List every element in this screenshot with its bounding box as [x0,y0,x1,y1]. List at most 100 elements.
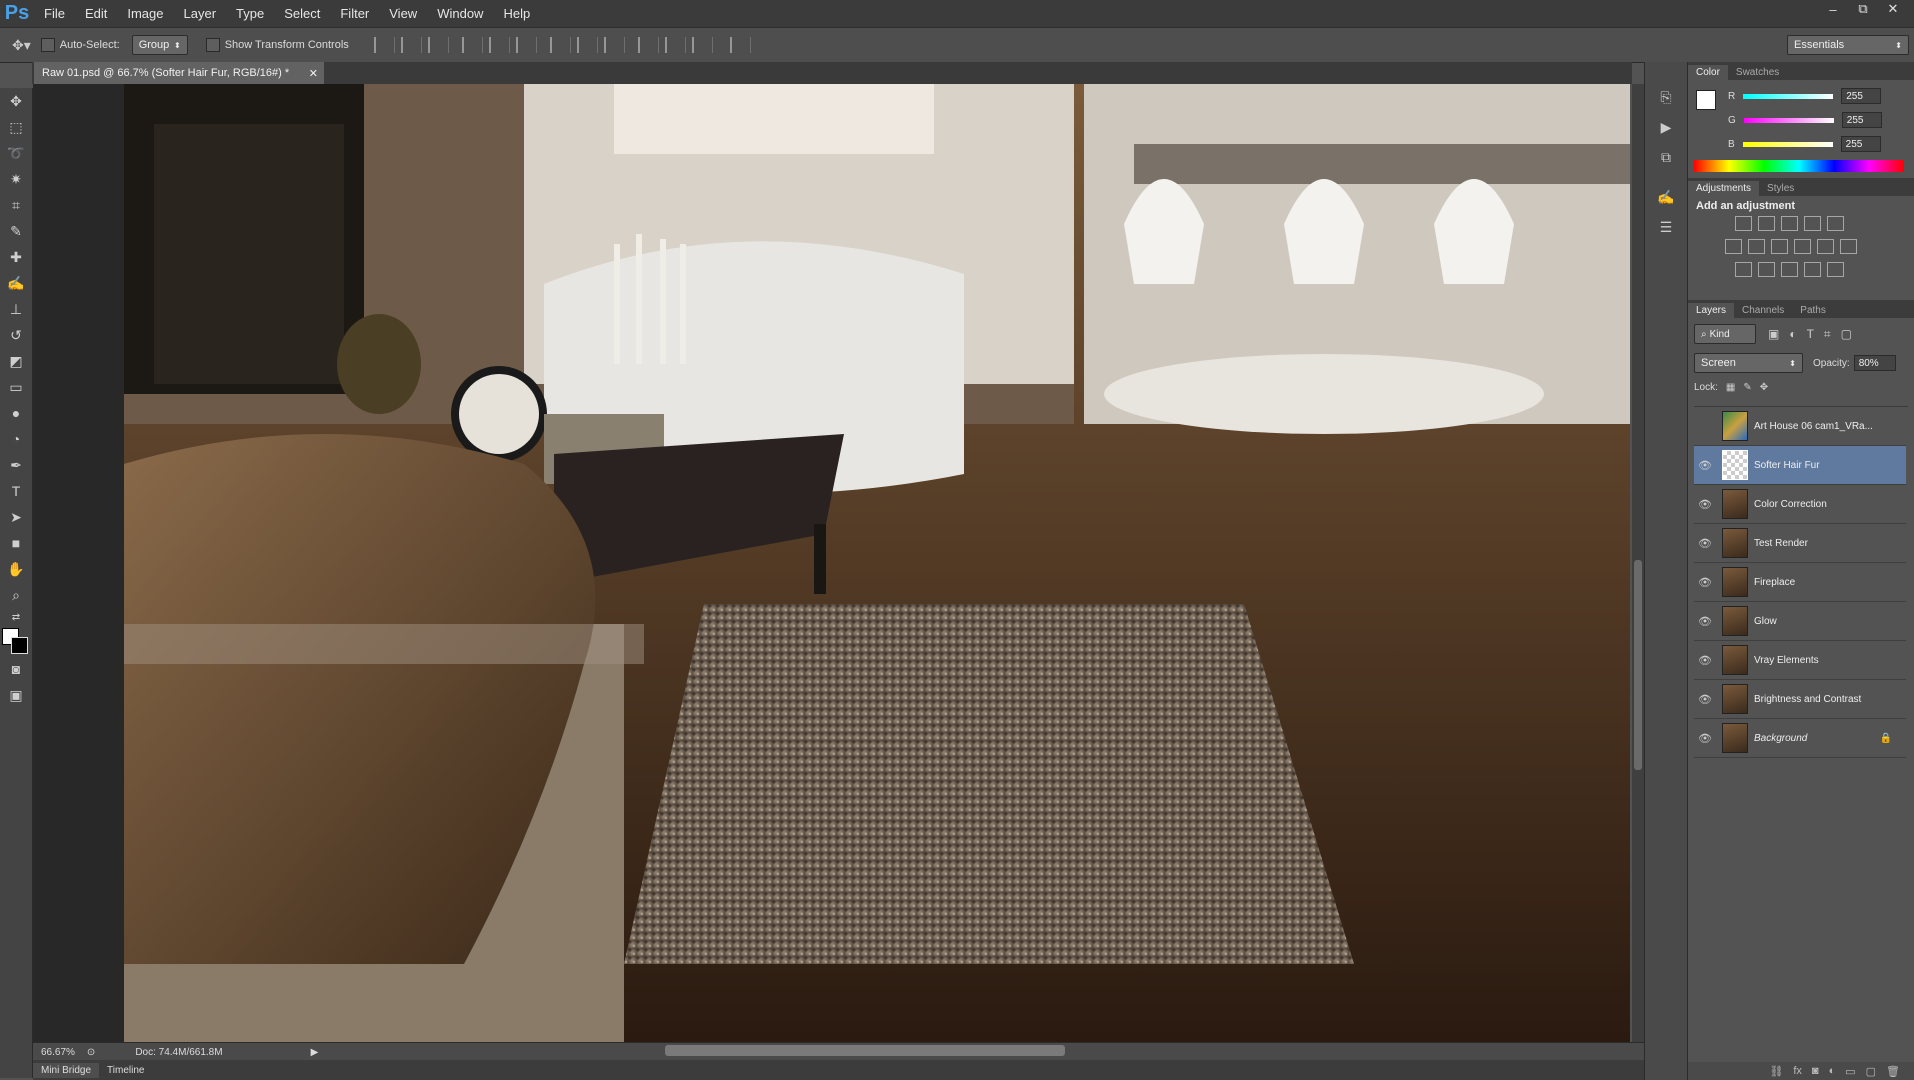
eraser-icon[interactable]: ◩ [0,348,32,374]
document-tab[interactable]: Raw 01.psd @ 66.7% (Softer Hair Fur, RGB… [34,62,324,84]
layer-row[interactable]: 👁 Fireplace [1694,563,1906,602]
photo-filter-icon[interactable] [1794,239,1811,254]
shape-tool-icon[interactable]: ■ [0,530,32,556]
align-right-icon[interactable] [515,37,537,53]
menu-edit[interactable]: Edit [75,6,117,21]
close-tab-icon[interactable]: ✕ [309,67,318,80]
exposure-icon[interactable] [1804,216,1821,231]
posterize-icon[interactable] [1758,262,1775,277]
eye-icon[interactable]: 👁 [1694,693,1716,706]
distribute-hcenter-icon[interactable] [664,37,686,53]
status-menu-arrow-icon[interactable]: ▶ [311,1047,319,1058]
pen-tool-icon[interactable]: ✒ [0,452,32,478]
actions-play-icon[interactable]: ▶ [1645,112,1687,142]
b-value[interactable]: 255 [1840,136,1881,152]
align-bottom-icon[interactable] [427,37,449,53]
workspace-dropdown[interactable]: Essentials ⬍ [1787,35,1909,55]
g-value[interactable]: 255 [1841,112,1882,128]
layer-row[interactable]: 👁 Color Correction [1694,485,1906,524]
channel-mixer-icon[interactable] [1817,239,1834,254]
layer-row[interactable]: 👁 Softer Hair Fur [1694,446,1906,485]
magic-wand-icon[interactable]: ✷ [0,166,32,192]
hand-tool-icon[interactable]: ✋ [0,556,32,582]
layer-row[interactable]: 👁 Brightness and Contrast [1694,680,1906,719]
auto-select-dropdown[interactable]: Group ⬍ [131,35,188,55]
levels-icon[interactable] [1758,216,1775,231]
tab-layers[interactable]: Layers [1688,303,1735,318]
align-top-icon[interactable] [373,37,395,53]
color-lookup-icon[interactable] [1840,239,1857,254]
menu-view[interactable]: View [379,6,427,21]
zoom-tool-icon[interactable]: ⌕ [0,582,32,608]
horizontal-scroll-thumb[interactable] [665,1045,1065,1056]
layer-row[interactable]: 👁 Test Render [1694,524,1906,563]
menu-select[interactable]: Select [274,6,330,21]
distribute-top-icon[interactable] [549,37,571,53]
invert-icon[interactable] [1735,262,1752,277]
eyedropper-icon[interactable]: ✎ [0,218,32,244]
blend-mode-dropdown[interactable]: Screen ⬍ [1694,353,1803,373]
restore-button[interactable]: ⧉ [1848,0,1878,18]
eye-icon[interactable]: 👁 [1694,615,1716,628]
menu-type[interactable]: Type [226,6,274,21]
vertical-scroll-thumb[interactable] [1634,560,1642,770]
tab-color[interactable]: Color [1688,65,1728,80]
move-tool-icon[interactable]: ✥▾ [12,37,31,54]
layer-filter-icons[interactable]: ▣◐T⌗▢ [1768,327,1862,342]
dodge-tool-icon[interactable]: ◔ [0,426,32,452]
menu-window[interactable]: Window [427,6,493,21]
r-value[interactable]: 255 [1841,88,1882,104]
color-balance-icon[interactable] [1748,239,1765,254]
auto-select-checkbox[interactable] [40,38,55,52]
close-button[interactable]: ✕ [1878,0,1908,18]
marquee-tool-icon[interactable]: ⬚ [0,114,32,140]
screen-mode-icon[interactable]: ▣ [0,682,32,708]
opacity-value[interactable]: 80% [1853,355,1896,371]
layer-row[interactable]: 👁 Background 🔒 [1694,719,1906,758]
show-transform-checkbox[interactable] [205,38,220,52]
lock-icons[interactable]: ▦✎✥ [1726,382,1776,393]
g-slider[interactable] [1743,117,1834,123]
tab-styles[interactable]: Styles [1759,181,1802,196]
gradient-map-icon[interactable] [1827,262,1844,277]
layer-row[interactable]: 👁 Vray Elements [1694,641,1906,680]
brightness-icon[interactable] [1735,216,1752,231]
black-white-icon[interactable] [1771,239,1788,254]
layer-row[interactable]: Art House 06 cam1_VRa... [1694,407,1906,446]
brush-presets-icon[interactable]: ✍ [1645,182,1687,212]
history-icon[interactable]: ⎘ [1645,82,1687,112]
fg-color-swatch[interactable] [1696,90,1716,110]
distribute-right-icon[interactable] [691,37,713,53]
minimize-button[interactable]: – [1818,0,1848,18]
tab-timeline[interactable]: Timeline [99,1063,152,1078]
healing-brush-icon[interactable]: ✚ [0,244,32,270]
delete-layer-icon[interactable]: 🗑 [1886,1065,1900,1078]
distribute-left-icon[interactable] [637,37,659,53]
hue-saturation-icon[interactable] [1725,239,1742,254]
eye-icon[interactable]: 👁 [1694,576,1716,589]
eye-icon[interactable]: 👁 [1694,459,1716,472]
tab-paths[interactable]: Paths [1792,303,1834,318]
menu-image[interactable]: Image [117,6,173,21]
new-group-icon[interactable]: ▭ [1845,1065,1855,1078]
quick-mask-icon[interactable]: ◙ [0,656,32,682]
curves-icon[interactable] [1781,216,1798,231]
tab-adjustments[interactable]: Adjustments [1688,181,1760,196]
align-vcenter-icon[interactable] [400,37,422,53]
type-tool-icon[interactable]: T [0,478,32,504]
distribute-vcenter-icon[interactable] [576,37,598,53]
menu-file[interactable]: File [34,6,75,21]
document-canvas[interactable] [124,84,1630,1042]
distribute-bottom-icon[interactable] [603,37,625,53]
eye-icon[interactable]: 👁 [1694,498,1716,511]
eye-icon[interactable]: 👁 [1694,537,1716,550]
zoom-level[interactable]: 66.67% [41,1047,75,1058]
eye-icon[interactable]: 👁 [1694,732,1716,745]
tab-mini-bridge[interactable]: Mini Bridge [33,1062,100,1078]
selective-color-icon[interactable] [1804,262,1821,277]
move-tool-icon[interactable]: ✥ [0,88,32,114]
crop-tool-icon[interactable]: ⌗ [0,192,32,218]
new-adjustment-icon[interactable]: ◐ [1829,1065,1836,1077]
tab-swatches[interactable]: Swatches [1728,65,1787,80]
export-icon[interactable]: ⊙ [87,1047,95,1058]
